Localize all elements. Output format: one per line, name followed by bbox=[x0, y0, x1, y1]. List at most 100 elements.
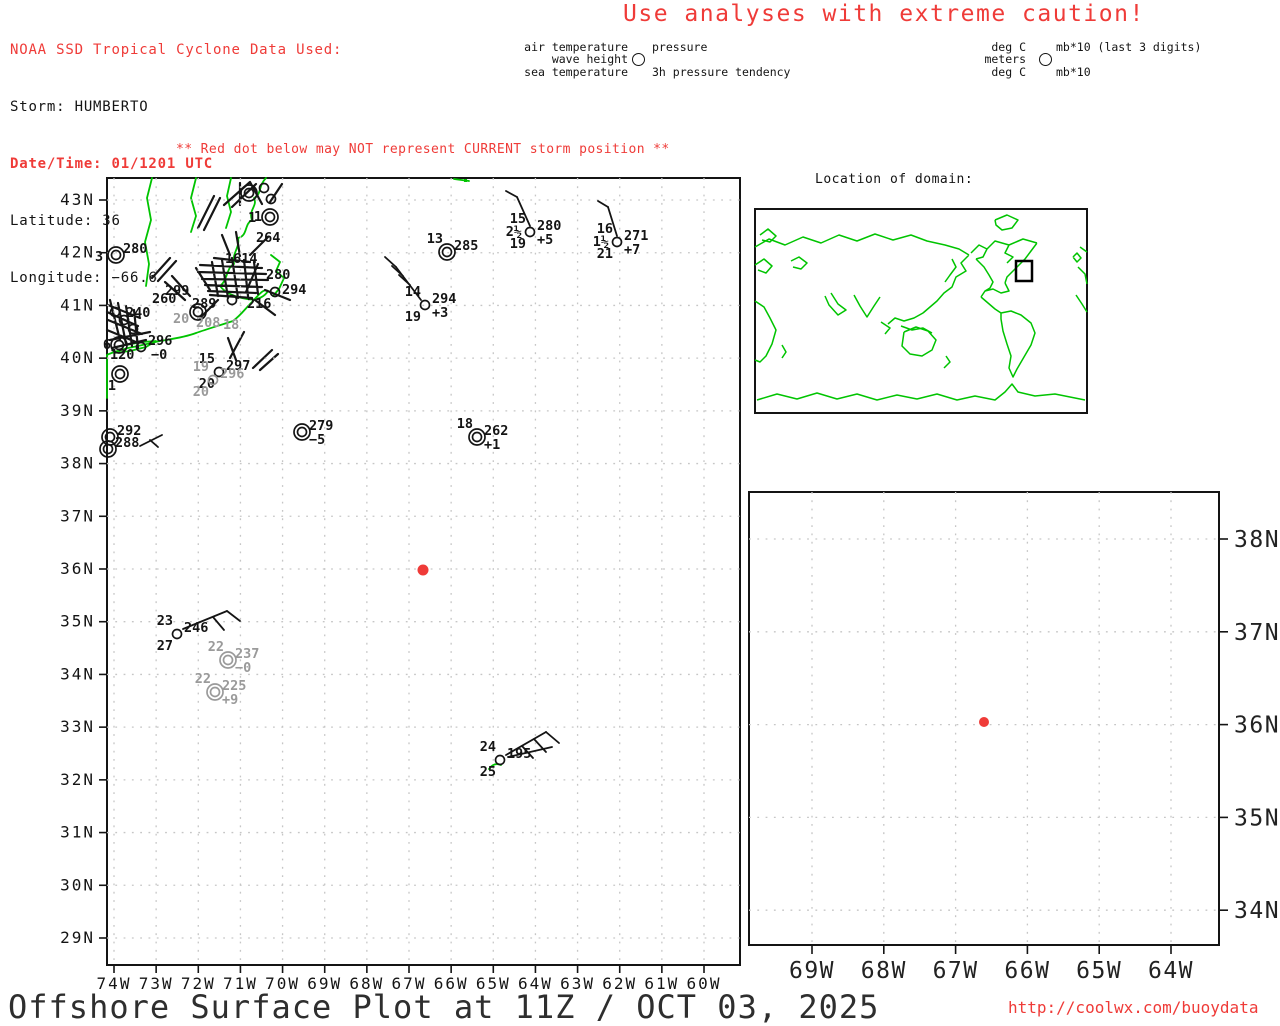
main-lat-label: 34N bbox=[60, 664, 95, 683]
domain-lat-label: 34N bbox=[1234, 898, 1280, 924]
cluster-text: 18 bbox=[223, 317, 239, 333]
wind-barb bbox=[226, 610, 241, 622]
world-coastlines bbox=[754, 214, 1088, 401]
station-sea: 19 bbox=[510, 236, 526, 252]
main-lat-label: 37N bbox=[60, 506, 95, 525]
station-air: 22 bbox=[195, 671, 211, 687]
main-lat-label: 29N bbox=[60, 928, 95, 947]
station-ship-195: 2425195 bbox=[480, 731, 560, 780]
station-circle bbox=[222, 654, 234, 666]
world-inset-frame bbox=[754, 208, 1088, 414]
green-dot bbox=[464, 179, 467, 182]
station-sea: 19 bbox=[405, 309, 421, 325]
legend-tendency-label: 3h pressure tendency bbox=[652, 65, 791, 79]
wind-barb bbox=[384, 256, 397, 268]
station-sea: 20 bbox=[193, 384, 209, 400]
station-air: 18 bbox=[457, 416, 473, 432]
station-buoy-288: 288 bbox=[99, 434, 163, 458]
cluster-text: 208 bbox=[196, 315, 220, 331]
domain-lon-label: 69W bbox=[789, 958, 835, 984]
station-air: 19 bbox=[193, 359, 209, 375]
station-buoy-262: 18 262+1 bbox=[457, 416, 509, 453]
domain-lat-label: 35N bbox=[1234, 805, 1280, 831]
station-circle bbox=[441, 246, 453, 258]
station-circle-icon bbox=[632, 53, 645, 66]
station-buoy-1: 1 bbox=[108, 365, 129, 394]
station-circle bbox=[209, 686, 221, 698]
wind-barb bbox=[597, 200, 609, 208]
legend-wave-label: wave height bbox=[551, 52, 628, 66]
legend-sea-units: deg C bbox=[991, 65, 1026, 79]
domain-lon-label: 64W bbox=[1148, 958, 1194, 984]
caution-banner: Use analyses with extreme caution! bbox=[623, 1, 1145, 27]
wind-barb bbox=[505, 190, 518, 198]
storm-latitude: Latitude: 36 bbox=[10, 213, 121, 229]
wind-barb bbox=[149, 439, 159, 448]
main-lat-label: 36N bbox=[60, 559, 95, 578]
station-circle bbox=[611, 236, 623, 248]
station-ship-246: 2327246 bbox=[157, 610, 241, 654]
storm-name: Storm: HUMBERTO bbox=[10, 99, 149, 115]
station-air: 22 bbox=[208, 639, 224, 655]
station-sea: 25 bbox=[480, 764, 496, 780]
station-circle bbox=[471, 431, 483, 443]
wind-barb bbox=[212, 616, 225, 631]
station-buoy-285: 13 285 bbox=[427, 231, 478, 261]
station-tend: −0 bbox=[235, 660, 251, 676]
cluster-text: 20 bbox=[173, 311, 189, 327]
station-buoy-225: 22 225+9 bbox=[195, 671, 247, 708]
station-sea: 27 bbox=[157, 638, 173, 654]
site-url[interactable]: http://coolwx.com/buoydata bbox=[1008, 998, 1258, 1017]
offshore-surface-plot-page: { "colors": {"red": "#ef3b38", "green": … bbox=[0, 0, 1280, 1026]
station-tend: +9 bbox=[222, 692, 238, 708]
station-circle bbox=[296, 426, 308, 438]
storm-datetime: Date/Time: 01/1201 UTC bbox=[10, 156, 214, 172]
station-tend: +5 bbox=[537, 232, 553, 248]
plot-title: Offshore Surface Plot at 11Z / OCT 03, 2… bbox=[8, 988, 880, 1026]
station-air: 23 bbox=[157, 613, 173, 629]
station-pres: 288 bbox=[115, 435, 139, 451]
station-circle-icon bbox=[1039, 53, 1052, 66]
domain-lon-label: 67W bbox=[933, 958, 979, 984]
main-lat-label: 38N bbox=[60, 454, 95, 473]
station-circle bbox=[171, 628, 183, 640]
main-lat-label: 32N bbox=[60, 770, 95, 789]
station-circle bbox=[494, 754, 506, 766]
main-lat-label: 33N bbox=[60, 717, 95, 736]
station-tend: +1 bbox=[484, 437, 500, 453]
storm-position-warning: ** Red dot below may NOT represent CURRE… bbox=[176, 142, 670, 157]
cluster-text: 120 bbox=[110, 347, 134, 363]
station-buoy-279: 279−5 bbox=[293, 418, 333, 448]
domain-lon-label: 66W bbox=[1004, 958, 1050, 984]
inset-title: Location of domain: bbox=[815, 172, 974, 187]
header-title: NOAA SSD Tropical Cyclone Data Used: bbox=[10, 42, 343, 58]
station-circle bbox=[114, 368, 126, 380]
station-air: 24 bbox=[480, 739, 496, 755]
main-lat-label: 31N bbox=[60, 823, 95, 842]
domain-lat-label: 38N bbox=[1234, 527, 1280, 553]
station-tend: +7 bbox=[624, 242, 640, 258]
legend-sea-label: sea temperature bbox=[524, 65, 628, 79]
legend-pressure-label: pressure bbox=[652, 40, 708, 54]
main-lat-label: 35N bbox=[60, 612, 95, 631]
station-ship-294: 1419294+3 bbox=[384, 256, 456, 325]
main-lat-label: 40N bbox=[60, 348, 95, 367]
domain-location-rect bbox=[1014, 259, 1034, 283]
station-outer-ring bbox=[293, 423, 311, 441]
station-tend: +3 bbox=[432, 305, 448, 321]
domain-lon-label: 68W bbox=[861, 958, 907, 984]
main-lat-label: 30N bbox=[60, 875, 95, 894]
station-air: 13 bbox=[427, 231, 443, 247]
legend-tendency-units: mb*10 bbox=[1056, 65, 1091, 79]
storm-dot-domain bbox=[979, 717, 989, 727]
station-ship-271: 161½21271+7 bbox=[593, 200, 648, 262]
domain-lat-label: 36N bbox=[1234, 713, 1280, 739]
station-tend: −5 bbox=[309, 432, 325, 448]
legend-pressure-units: mb*10 (last 3 digits) bbox=[1056, 40, 1202, 54]
station-buoy-237: 22 237−0 bbox=[208, 639, 260, 676]
station-sea: 1 bbox=[108, 378, 116, 394]
domain-lon-label: 65W bbox=[1076, 958, 1122, 984]
cluster-text: 240 bbox=[126, 305, 150, 321]
main-lat-label: 39N bbox=[60, 401, 95, 420]
cluster-text: −0 bbox=[151, 347, 167, 363]
